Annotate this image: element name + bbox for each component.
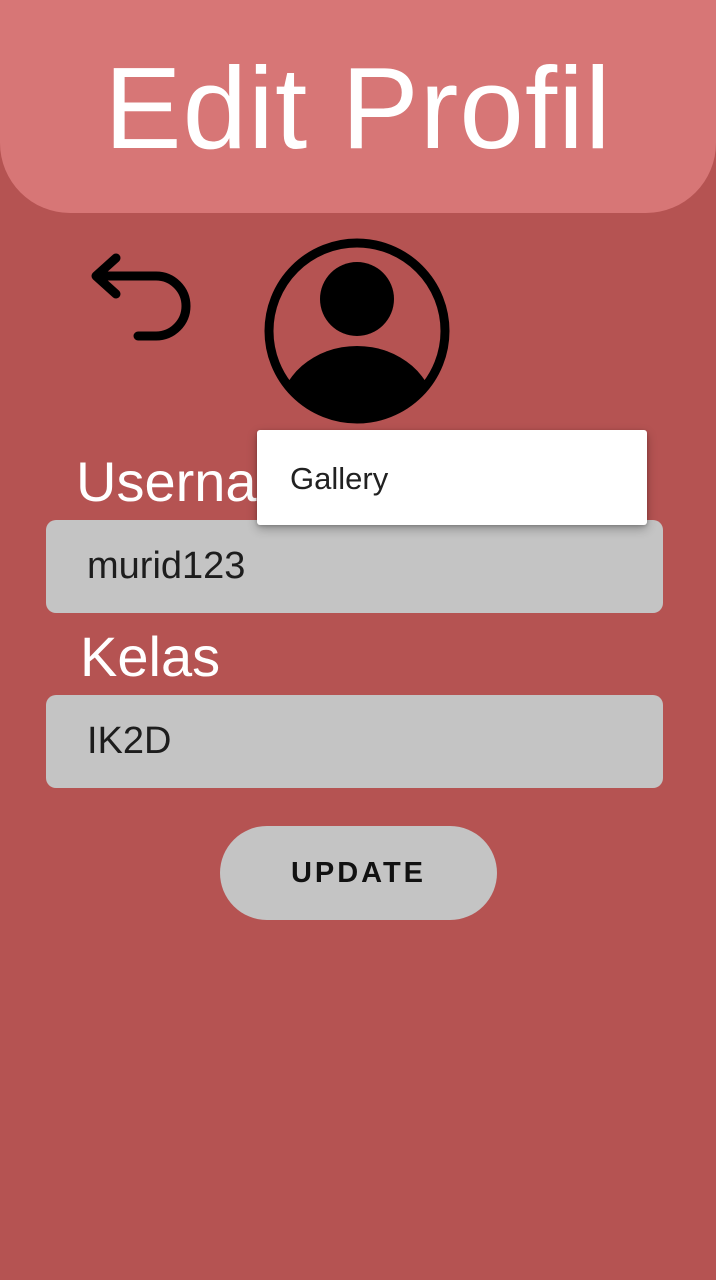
profile-avatar[interactable]: [262, 236, 452, 426]
header-bar: Edit Profil: [0, 0, 716, 213]
kelas-label: Kelas: [80, 625, 221, 688]
menu-item-gallery[interactable]: Gallery: [257, 430, 647, 525]
username-input[interactable]: murid123: [46, 520, 663, 613]
page-title: Edit Profil: [104, 43, 612, 173]
update-button[interactable]: UPDATE: [220, 826, 497, 920]
image-source-menu: Gallery: [257, 430, 647, 525]
account-circle-icon: [264, 238, 450, 424]
undo-arrow-icon: [91, 253, 191, 341]
back-button[interactable]: [84, 248, 194, 348]
kelas-input[interactable]: IK2D: [46, 695, 663, 788]
